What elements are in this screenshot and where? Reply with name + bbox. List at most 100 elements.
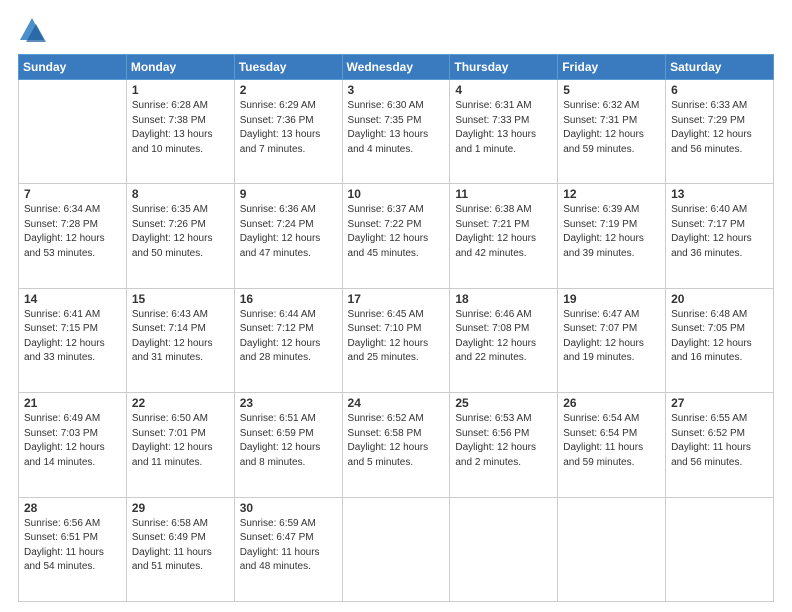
day-cell: 3 Sunrise: 6:30 AM Sunset: 7:35 PM Daylig… [342, 80, 450, 184]
day-number: 16 [240, 292, 337, 306]
day-number: 3 [348, 83, 445, 97]
week-row-1: 1 Sunrise: 6:28 AM Sunset: 7:38 PM Daylig… [19, 80, 774, 184]
day-number: 29 [132, 501, 229, 515]
col-header-monday: Monday [126, 55, 234, 80]
day-number: 10 [348, 187, 445, 201]
day-cell: 11Sunrise: 6:38 AM Sunset: 7:21 PM Dayli… [450, 184, 558, 288]
cell-info: Sunrise: 6:28 AM Sunset: 7:38 PM Dayligh… [132, 99, 229, 157]
cell-info: Sunrise: 6:52 AM Sunset: 6:58 PM Dayligh… [348, 412, 445, 470]
day-cell: 30 Sunrise: 6:59 AM Sunset: 6:47 PM Dayli… [234, 497, 342, 601]
cell-info: Sunrise: 6:41 AM Sunset: 7:15 PM Dayligh… [24, 308, 121, 366]
cell-info: Sunrise: 6:49 AM Sunset: 7:03 PM Dayligh… [24, 412, 121, 470]
day-cell: 29 Sunrise: 6:58 AM Sunset: 6:49 PM Dayli… [126, 497, 234, 601]
cell-info: Sunrise: 6:45 AM Sunset: 7:10 PM Dayligh… [348, 308, 445, 366]
day-cell: 5 Sunrise: 6:32 AM Sunset: 7:31 PM Daylig… [558, 80, 666, 184]
day-number: 1 [132, 83, 229, 97]
day-number: 25 [455, 396, 552, 410]
col-header-sunday: Sunday [19, 55, 127, 80]
day-number: 12 [563, 187, 660, 201]
cell-info: Sunrise: 6:35 AM Sunset: 7:26 PM Dayligh… [132, 203, 229, 261]
day-number: 24 [348, 396, 445, 410]
cell-info: Sunrise: 6:40 AM Sunset: 7:17 PM Dayligh… [671, 203, 768, 261]
day-number: 4 [455, 83, 552, 97]
day-cell: 20 Sunrise: 6:48 AM Sunset: 7:05 PM Dayli… [666, 288, 774, 392]
day-cell: 14Sunrise: 6:41 AM Sunset: 7:15 PM Dayli… [19, 288, 127, 392]
cell-info: Sunrise: 6:29 AM Sunset: 7:36 PM Dayligh… [240, 99, 337, 157]
day-number: 18 [455, 292, 552, 306]
day-number: 15 [132, 292, 229, 306]
day-number: 6 [671, 83, 768, 97]
day-cell: 22 Sunrise: 6:50 AM Sunset: 7:01 PM Dayli… [126, 393, 234, 497]
day-cell: 18 Sunrise: 6:46 AM Sunset: 7:08 PM Dayli… [450, 288, 558, 392]
day-cell: 15Sunrise: 6:43 AM Sunset: 7:14 PM Dayli… [126, 288, 234, 392]
day-cell: 25 Sunrise: 6:53 AM Sunset: 6:56 PM Dayli… [450, 393, 558, 497]
cell-info: Sunrise: 6:47 AM Sunset: 7:07 PM Dayligh… [563, 308, 660, 366]
day-number: 30 [240, 501, 337, 515]
day-cell: 7 Sunrise: 6:34 AM Sunset: 7:28 PM Daylig… [19, 184, 127, 288]
day-number: 13 [671, 187, 768, 201]
cell-info: Sunrise: 6:39 AM Sunset: 7:19 PM Dayligh… [563, 203, 660, 261]
cell-info: Sunrise: 6:38 AM Sunset: 7:21 PM Dayligh… [455, 203, 552, 261]
day-number: 2 [240, 83, 337, 97]
day-number: 28 [24, 501, 121, 515]
col-header-wednesday: Wednesday [342, 55, 450, 80]
cell-info: Sunrise: 6:58 AM Sunset: 6:49 PM Dayligh… [132, 517, 229, 575]
day-cell: 26Sunrise: 6:54 AM Sunset: 6:54 PM Dayli… [558, 393, 666, 497]
logo [18, 16, 50, 44]
week-row-3: 14Sunrise: 6:41 AM Sunset: 7:15 PM Dayli… [19, 288, 774, 392]
day-number: 27 [671, 396, 768, 410]
day-cell: 4 Sunrise: 6:31 AM Sunset: 7:33 PM Daylig… [450, 80, 558, 184]
cell-info: Sunrise: 6:32 AM Sunset: 7:31 PM Dayligh… [563, 99, 660, 157]
cell-info: Sunrise: 6:30 AM Sunset: 7:35 PM Dayligh… [348, 99, 445, 157]
week-row-4: 21 Sunrise: 6:49 AM Sunset: 7:03 PM Dayli… [19, 393, 774, 497]
day-cell: 12 Sunrise: 6:39 AM Sunset: 7:19 PM Dayli… [558, 184, 666, 288]
day-cell: 23 Sunrise: 6:51 AM Sunset: 6:59 PM Dayli… [234, 393, 342, 497]
day-number: 22 [132, 396, 229, 410]
day-cell: 13 Sunrise: 6:40 AM Sunset: 7:17 PM Dayli… [666, 184, 774, 288]
day-cell [342, 497, 450, 601]
day-cell: 27 Sunrise: 6:55 AM Sunset: 6:52 PM Dayli… [666, 393, 774, 497]
day-number: 17 [348, 292, 445, 306]
cell-info: Sunrise: 6:46 AM Sunset: 7:08 PM Dayligh… [455, 308, 552, 366]
week-row-2: 7 Sunrise: 6:34 AM Sunset: 7:28 PM Daylig… [19, 184, 774, 288]
cell-info: Sunrise: 6:55 AM Sunset: 6:52 PM Dayligh… [671, 412, 768, 470]
day-cell: 28Sunrise: 6:56 AM Sunset: 6:51 PM Dayli… [19, 497, 127, 601]
day-number: 8 [132, 187, 229, 201]
cell-info: Sunrise: 6:48 AM Sunset: 7:05 PM Dayligh… [671, 308, 768, 366]
day-number: 9 [240, 187, 337, 201]
cell-info: Sunrise: 6:51 AM Sunset: 6:59 PM Dayligh… [240, 412, 337, 470]
day-cell: 16 Sunrise: 6:44 AM Sunset: 7:12 PM Dayli… [234, 288, 342, 392]
day-cell: 9Sunrise: 6:36 AM Sunset: 7:24 PM Daylig… [234, 184, 342, 288]
cell-info: Sunrise: 6:34 AM Sunset: 7:28 PM Dayligh… [24, 203, 121, 261]
logo-icon [18, 16, 46, 44]
day-cell: 10 Sunrise: 6:37 AM Sunset: 7:22 PM Dayli… [342, 184, 450, 288]
day-number: 26 [563, 396, 660, 410]
week-row-5: 28Sunrise: 6:56 AM Sunset: 6:51 PM Dayli… [19, 497, 774, 601]
day-cell: 24 Sunrise: 6:52 AM Sunset: 6:58 PM Dayli… [342, 393, 450, 497]
day-cell: 6 Sunrise: 6:33 AM Sunset: 7:29 PM Daylig… [666, 80, 774, 184]
day-number: 23 [240, 396, 337, 410]
col-header-friday: Friday [558, 55, 666, 80]
cell-info: Sunrise: 6:31 AM Sunset: 7:33 PM Dayligh… [455, 99, 552, 157]
day-cell [558, 497, 666, 601]
cell-info: Sunrise: 6:59 AM Sunset: 6:47 PM Dayligh… [240, 517, 337, 575]
header [18, 16, 774, 44]
cell-info: Sunrise: 6:33 AM Sunset: 7:29 PM Dayligh… [671, 99, 768, 157]
day-number: 20 [671, 292, 768, 306]
header-row: SundayMondayTuesdayWednesdayThursdayFrid… [19, 55, 774, 80]
cell-info: Sunrise: 6:53 AM Sunset: 6:56 PM Dayligh… [455, 412, 552, 470]
day-number: 7 [24, 187, 121, 201]
day-cell: 8 Sunrise: 6:35 AM Sunset: 7:26 PM Daylig… [126, 184, 234, 288]
day-cell: 2 Sunrise: 6:29 AM Sunset: 7:36 PM Daylig… [234, 80, 342, 184]
cell-info: Sunrise: 6:37 AM Sunset: 7:22 PM Dayligh… [348, 203, 445, 261]
cell-info: Sunrise: 6:44 AM Sunset: 7:12 PM Dayligh… [240, 308, 337, 366]
day-number: 21 [24, 396, 121, 410]
day-number: 5 [563, 83, 660, 97]
day-cell: 21 Sunrise: 6:49 AM Sunset: 7:03 PM Dayli… [19, 393, 127, 497]
day-cell [450, 497, 558, 601]
day-cell: 17 Sunrise: 6:45 AM Sunset: 7:10 PM Dayli… [342, 288, 450, 392]
day-cell [19, 80, 127, 184]
day-cell [666, 497, 774, 601]
col-header-saturday: Saturday [666, 55, 774, 80]
cell-info: Sunrise: 6:50 AM Sunset: 7:01 PM Dayligh… [132, 412, 229, 470]
